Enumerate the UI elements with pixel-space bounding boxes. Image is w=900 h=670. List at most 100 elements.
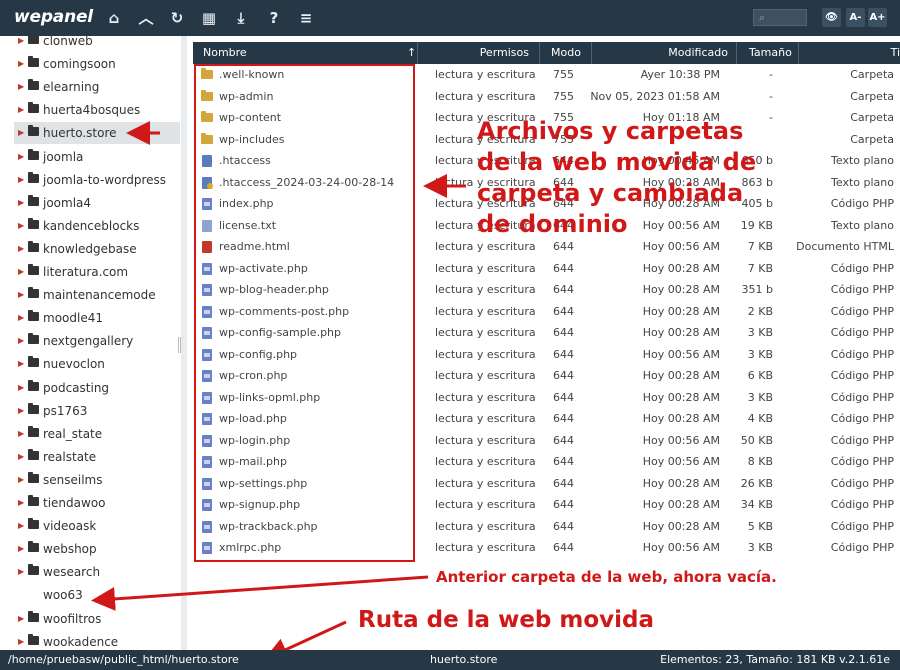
folder-icon (28, 610, 39, 622)
file-type: Texto plano (831, 154, 894, 167)
file-modified: Hoy 00:28 AM (642, 326, 720, 339)
sidebar-item-webshop[interactable]: ▶ webshop (0, 538, 181, 560)
caret-right-icon[interactable]: ▶ (18, 169, 24, 191)
view-toggle-button[interactable]: 👁 (822, 8, 841, 27)
file-modified: Hoy 00:28 AM (642, 412, 720, 425)
file-type: Código PHP (830, 498, 894, 511)
column-header-modified[interactable]: Modificado (591, 42, 736, 64)
caret-right-icon[interactable]: ▶ (18, 53, 24, 75)
sidebar-item-clonweb[interactable]: ▶ clonweb (0, 36, 181, 52)
sidebar-item-elearning[interactable]: ▶ elearning (0, 76, 181, 98)
sidebar-item-kandenceblocks[interactable]: ▶ kandenceblocks (0, 215, 181, 237)
sidebar-item-label: joomla-to-wordpress (43, 172, 166, 187)
sidebar-item-knowledgebase[interactable]: ▶ knowledgebase (0, 238, 181, 260)
caret-right-icon[interactable]: ▶ (18, 330, 24, 352)
caret-right-icon[interactable]: ▶ (18, 76, 24, 98)
folder-icon (28, 36, 39, 44)
file-type: Carpeta (850, 68, 894, 81)
sidebar-item-woo63[interactable]: woo63 (0, 584, 181, 606)
column-header-name[interactable]: Nombre (203, 42, 417, 64)
caret-right-icon[interactable]: ▶ (18, 538, 24, 560)
file-mode: 644 (553, 519, 574, 533)
file-mode: 644 (553, 541, 574, 554)
sidebar-item-literatura-com[interactable]: ▶ literatura.com (0, 261, 181, 283)
sidebar-item-ps1763[interactable]: ▶ ps1763 (0, 400, 181, 422)
caret-right-icon[interactable]: ▶ (18, 261, 24, 283)
sidebar-item-joomla-to-wordpress[interactable]: ▶ joomla-to-wordpress (0, 169, 181, 191)
sidebar-item-podcasting[interactable]: ▶ podcasting (0, 377, 181, 399)
sidebar-item-comingsoon[interactable]: ▶ comingsoon (0, 53, 181, 75)
sidebar-item-realstate[interactable]: ▶ realstate (0, 446, 181, 468)
column-header-type[interactable]: Ti (798, 42, 900, 64)
sidebar-item-label: podcasting (43, 380, 110, 395)
caret-right-icon[interactable]: ▶ (18, 608, 24, 630)
font-decrease-button[interactable]: A- (846, 8, 865, 27)
sidebar-item-huerta4bosques[interactable]: ▶ huerta4bosques (0, 99, 181, 121)
caret-right-icon[interactable]: ▶ (18, 192, 24, 214)
caret-right-icon[interactable]: ▶ (18, 561, 24, 583)
download-icon[interactable]: ⤓ (231, 8, 251, 28)
sidebar-item-real-state[interactable]: ▶ real_state (0, 423, 181, 445)
file-type: Código PHP (830, 519, 894, 533)
sidebar-item-nuevoclon[interactable]: ▶ nuevoclon (0, 353, 181, 375)
sidebar-item-label: videoask (43, 519, 97, 534)
sidebar-item-joomla4[interactable]: ▶ joomla4 (0, 192, 181, 214)
sidebar-item-woofiltros[interactable]: ▶ woofiltros (0, 608, 181, 630)
file-type: Código PHP (830, 326, 894, 339)
sidebar-item-nextgengallery[interactable]: ▶ nextgengallery (0, 330, 181, 352)
sidebar-item-wookadence[interactable]: ▶ wookadence (0, 631, 181, 650)
folder-icon (28, 125, 39, 137)
sidebar-resize-handle[interactable] (178, 337, 181, 353)
sidebar-item-moodle41[interactable]: ▶ moodle41 (0, 307, 181, 329)
sidebar-item-videoask[interactable]: ▶ videoask (0, 515, 181, 537)
folder-icon (28, 379, 39, 391)
column-header-permissions[interactable]: Permisos (417, 42, 539, 64)
file-size: 50 KB (740, 433, 773, 447)
help-icon[interactable]: ? (264, 8, 284, 28)
grid-icon[interactable]: ▦ (199, 8, 219, 28)
font-increase-button[interactable]: A+ (868, 8, 887, 27)
caret-right-icon[interactable]: ▶ (18, 446, 24, 468)
sidebar-item-maintenancemode[interactable]: ▶ maintenancemode (0, 284, 181, 306)
file-type: Código PHP (830, 433, 894, 447)
caret-right-icon[interactable]: ▶ (18, 284, 24, 306)
caret-right-icon[interactable]: ▶ (18, 400, 24, 422)
file-type: Texto plano (831, 218, 894, 232)
column-header-mode[interactable]: Modo (539, 42, 591, 64)
caret-right-icon[interactable]: ▶ (18, 631, 24, 650)
annotation-route: Ruta de la web movida (358, 607, 655, 633)
sidebar-item-label: kandenceblocks (43, 218, 140, 233)
caret-right-icon[interactable]: ▶ (18, 99, 24, 121)
settings-icon[interactable]: ≡ (296, 8, 316, 28)
caret-right-icon[interactable]: ▶ (18, 469, 24, 491)
caret-right-icon[interactable]: ▶ (18, 307, 24, 329)
caret-right-icon[interactable]: ▶ (18, 36, 24, 52)
caret-right-icon[interactable]: ▶ (18, 122, 24, 144)
search-input[interactable]: ⌕ (753, 9, 807, 26)
sidebar-item-joomla[interactable]: ▶ joomla (0, 146, 181, 168)
caret-right-icon[interactable]: ▶ (18, 423, 24, 445)
file-type: Código PHP (830, 261, 894, 275)
column-header-size[interactable]: Tamaño (736, 42, 798, 64)
sidebar-item-label: wookadence (43, 634, 119, 649)
sidebar-item-senseilms[interactable]: ▶ senseilms (0, 469, 181, 491)
caret-right-icon[interactable]: ▶ (18, 492, 24, 514)
caret-right-icon[interactable]: ▶ (18, 353, 24, 375)
sidebar-item-wesearch[interactable]: ▶ wesearch (0, 561, 181, 583)
sidebar-item-tiendawoo[interactable]: ▶ tiendawoo (0, 492, 181, 514)
sort-arrow-icon[interactable]: ↑ (407, 42, 416, 64)
caret-right-icon[interactable]: ▶ (18, 515, 24, 537)
sidebar-item-label: ps1763 (43, 403, 88, 418)
sidebar-item-label: joomla4 (43, 195, 92, 210)
caret-right-icon[interactable]: ▶ (18, 215, 24, 237)
file-mode: 644 (553, 412, 574, 425)
file-mode: 644 (553, 326, 574, 339)
caret-right-icon[interactable]: ▶ (18, 146, 24, 168)
refresh-icon[interactable]: ↻ (167, 8, 187, 28)
caret-right-icon[interactable]: ▶ (18, 377, 24, 399)
caret-right-icon[interactable]: ▶ (18, 238, 24, 260)
file-modified: Hoy 00:56 AM (642, 433, 720, 447)
sidebar-item-huerto-store[interactable]: ▶ huerto.store (14, 122, 180, 145)
up-icon[interactable]: ︿ (136, 8, 156, 28)
home-icon[interactable]: ⌂ (104, 8, 124, 28)
